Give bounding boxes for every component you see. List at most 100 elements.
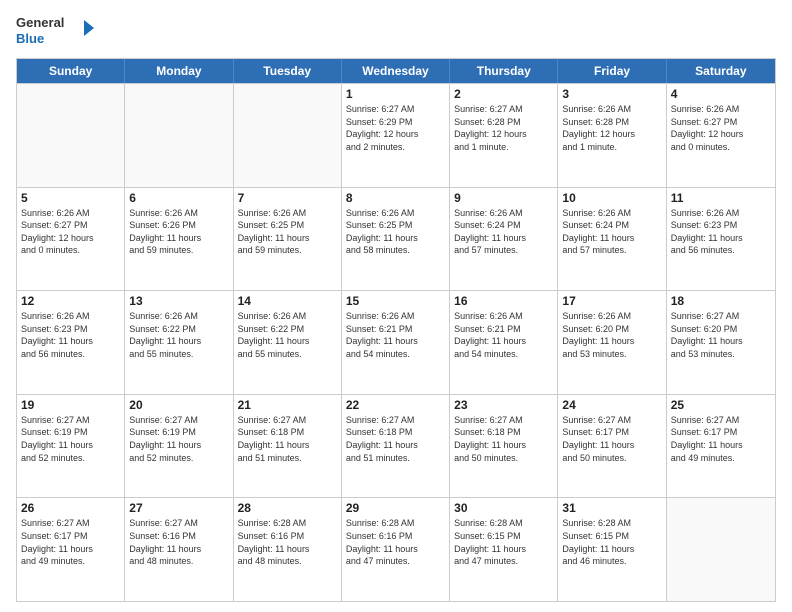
calendar-cell: 1 Sunrise: 6:27 AMSunset: 6:29 PMDaylight…	[342, 84, 450, 187]
day-number: 19	[21, 398, 120, 412]
day-number: 31	[562, 501, 661, 515]
day-number: 7	[238, 191, 337, 205]
cell-info: Sunrise: 6:26 AMSunset: 6:21 PMDaylight:…	[454, 310, 553, 360]
calendar-cell: 29 Sunrise: 6:28 AMSunset: 6:16 PMDayligh…	[342, 498, 450, 601]
day-number: 3	[562, 87, 661, 101]
calendar-cell: 28 Sunrise: 6:28 AMSunset: 6:16 PMDayligh…	[234, 498, 342, 601]
cell-info: Sunrise: 6:28 AMSunset: 6:16 PMDaylight:…	[346, 517, 445, 567]
day-number: 21	[238, 398, 337, 412]
cell-info: Sunrise: 6:27 AMSunset: 6:19 PMDaylight:…	[21, 414, 120, 464]
calendar-cell	[125, 84, 233, 187]
calendar-cell: 18 Sunrise: 6:27 AMSunset: 6:20 PMDayligh…	[667, 291, 775, 394]
day-number: 26	[21, 501, 120, 515]
day-number: 8	[346, 191, 445, 205]
day-number: 30	[454, 501, 553, 515]
calendar-week-4: 19 Sunrise: 6:27 AMSunset: 6:19 PMDayligh…	[17, 394, 775, 498]
day-number: 23	[454, 398, 553, 412]
cell-info: Sunrise: 6:27 AMSunset: 6:17 PMDaylight:…	[562, 414, 661, 464]
day-number: 6	[129, 191, 228, 205]
cell-info: Sunrise: 6:27 AMSunset: 6:29 PMDaylight:…	[346, 103, 445, 153]
calendar-cell: 6 Sunrise: 6:26 AMSunset: 6:26 PMDaylight…	[125, 188, 233, 291]
day-number: 11	[671, 191, 771, 205]
cell-info: Sunrise: 6:26 AMSunset: 6:23 PMDaylight:…	[671, 207, 771, 257]
day-number: 16	[454, 294, 553, 308]
day-number: 18	[671, 294, 771, 308]
calendar-cell: 12Sunrise: 6:26 AMSunset: 6:23 PMDayligh…	[17, 291, 125, 394]
svg-text:Blue: Blue	[16, 31, 44, 46]
calendar-cell: 30 Sunrise: 6:28 AMSunset: 6:15 PMDayligh…	[450, 498, 558, 601]
day-header-thursday: Thursday	[450, 59, 558, 83]
cell-info: Sunrise: 6:26 AMSunset: 6:27 PMDaylight:…	[21, 207, 120, 257]
calendar-cell: 23 Sunrise: 6:27 AMSunset: 6:18 PMDayligh…	[450, 395, 558, 498]
calendar-cell: 9Sunrise: 6:26 AMSunset: 6:24 PMDaylight…	[450, 188, 558, 291]
day-header-monday: Monday	[125, 59, 233, 83]
cell-info: Sunrise: 6:26 AMSunset: 6:26 PMDaylight:…	[129, 207, 228, 257]
cell-info: Sunrise: 6:28 AMSunset: 6:15 PMDaylight:…	[562, 517, 661, 567]
cell-info: Sunrise: 6:26 AMSunset: 6:27 PMDaylight:…	[671, 103, 771, 153]
day-number: 5	[21, 191, 120, 205]
calendar-cell: 11 Sunrise: 6:26 AMSunset: 6:23 PMDayligh…	[667, 188, 775, 291]
calendar: SundayMondayTuesdayWednesdayThursdayFrid…	[16, 58, 776, 602]
day-number: 4	[671, 87, 771, 101]
calendar-week-1: 1 Sunrise: 6:27 AMSunset: 6:29 PMDaylight…	[17, 83, 775, 187]
day-number: 24	[562, 398, 661, 412]
calendar-cell: 21 Sunrise: 6:27 AMSunset: 6:18 PMDayligh…	[234, 395, 342, 498]
day-number: 1	[346, 87, 445, 101]
calendar-cell: 15Sunrise: 6:26 AMSunset: 6:21 PMDayligh…	[342, 291, 450, 394]
calendar-cell: 7 Sunrise: 6:26 AMSunset: 6:25 PMDaylight…	[234, 188, 342, 291]
cell-info: Sunrise: 6:27 AMSunset: 6:18 PMDaylight:…	[454, 414, 553, 464]
calendar-cell: 2 Sunrise: 6:27 AMSunset: 6:28 PMDaylight…	[450, 84, 558, 187]
calendar-cell	[667, 498, 775, 601]
calendar-cell: 22 Sunrise: 6:27 AMSunset: 6:18 PMDayligh…	[342, 395, 450, 498]
calendar-week-3: 12Sunrise: 6:26 AMSunset: 6:23 PMDayligh…	[17, 290, 775, 394]
cell-info: Sunrise: 6:26 AMSunset: 6:24 PMDaylight:…	[454, 207, 553, 257]
calendar-cell: 5 Sunrise: 6:26 AMSunset: 6:27 PMDaylight…	[17, 188, 125, 291]
day-number: 2	[454, 87, 553, 101]
calendar-cell: 14 Sunrise: 6:26 AMSunset: 6:22 PMDayligh…	[234, 291, 342, 394]
day-number: 10	[562, 191, 661, 205]
calendar-cell: 20 Sunrise: 6:27 AMSunset: 6:19 PMDayligh…	[125, 395, 233, 498]
calendar-week-5: 26Sunrise: 6:27 AMSunset: 6:17 PMDayligh…	[17, 497, 775, 601]
calendar-cell: 3Sunrise: 6:26 AMSunset: 6:28 PMDaylight…	[558, 84, 666, 187]
cell-info: Sunrise: 6:28 AMSunset: 6:15 PMDaylight:…	[454, 517, 553, 567]
cell-info: Sunrise: 6:27 AMSunset: 6:18 PMDaylight:…	[346, 414, 445, 464]
day-number: 25	[671, 398, 771, 412]
logo-svg: General Blue	[16, 10, 96, 50]
cell-info: Sunrise: 6:27 AMSunset: 6:16 PMDaylight:…	[129, 517, 228, 567]
day-header-tuesday: Tuesday	[234, 59, 342, 83]
calendar-cell: 10Sunrise: 6:26 AMSunset: 6:24 PMDayligh…	[558, 188, 666, 291]
day-header-saturday: Saturday	[667, 59, 775, 83]
cell-info: Sunrise: 6:27 AMSunset: 6:19 PMDaylight:…	[129, 414, 228, 464]
cell-info: Sunrise: 6:26 AMSunset: 6:22 PMDaylight:…	[129, 310, 228, 360]
day-header-friday: Friday	[558, 59, 666, 83]
day-number: 12	[21, 294, 120, 308]
day-number: 27	[129, 501, 228, 515]
calendar-cell: 25Sunrise: 6:27 AMSunset: 6:17 PMDayligh…	[667, 395, 775, 498]
svg-text:General: General	[16, 15, 64, 30]
day-number: 14	[238, 294, 337, 308]
cell-info: Sunrise: 6:26 AMSunset: 6:25 PMDaylight:…	[346, 207, 445, 257]
cell-info: Sunrise: 6:26 AMSunset: 6:25 PMDaylight:…	[238, 207, 337, 257]
calendar-cell: 24 Sunrise: 6:27 AMSunset: 6:17 PMDayligh…	[558, 395, 666, 498]
day-number: 13	[129, 294, 228, 308]
cell-info: Sunrise: 6:28 AMSunset: 6:16 PMDaylight:…	[238, 517, 337, 567]
calendar-cell: 8 Sunrise: 6:26 AMSunset: 6:25 PMDaylight…	[342, 188, 450, 291]
cell-info: Sunrise: 6:27 AMSunset: 6:28 PMDaylight:…	[454, 103, 553, 153]
calendar-header-row: SundayMondayTuesdayWednesdayThursdayFrid…	[17, 59, 775, 83]
day-number: 20	[129, 398, 228, 412]
day-number: 17	[562, 294, 661, 308]
day-number: 15	[346, 294, 445, 308]
cell-info: Sunrise: 6:27 AMSunset: 6:18 PMDaylight:…	[238, 414, 337, 464]
calendar-cell	[17, 84, 125, 187]
cell-info: Sunrise: 6:26 AMSunset: 6:22 PMDaylight:…	[238, 310, 337, 360]
page: General Blue SundayMondayTuesdayWednesda…	[0, 0, 792, 612]
calendar-cell: 13 Sunrise: 6:26 AMSunset: 6:22 PMDayligh…	[125, 291, 233, 394]
day-header-wednesday: Wednesday	[342, 59, 450, 83]
calendar-cell: 27 Sunrise: 6:27 AMSunset: 6:16 PMDayligh…	[125, 498, 233, 601]
day-number: 22	[346, 398, 445, 412]
day-number: 28	[238, 501, 337, 515]
day-number: 29	[346, 501, 445, 515]
calendar-body: 1 Sunrise: 6:27 AMSunset: 6:29 PMDaylight…	[17, 83, 775, 601]
calendar-cell: 26Sunrise: 6:27 AMSunset: 6:17 PMDayligh…	[17, 498, 125, 601]
cell-info: Sunrise: 6:27 AMSunset: 6:20 PMDaylight:…	[671, 310, 771, 360]
